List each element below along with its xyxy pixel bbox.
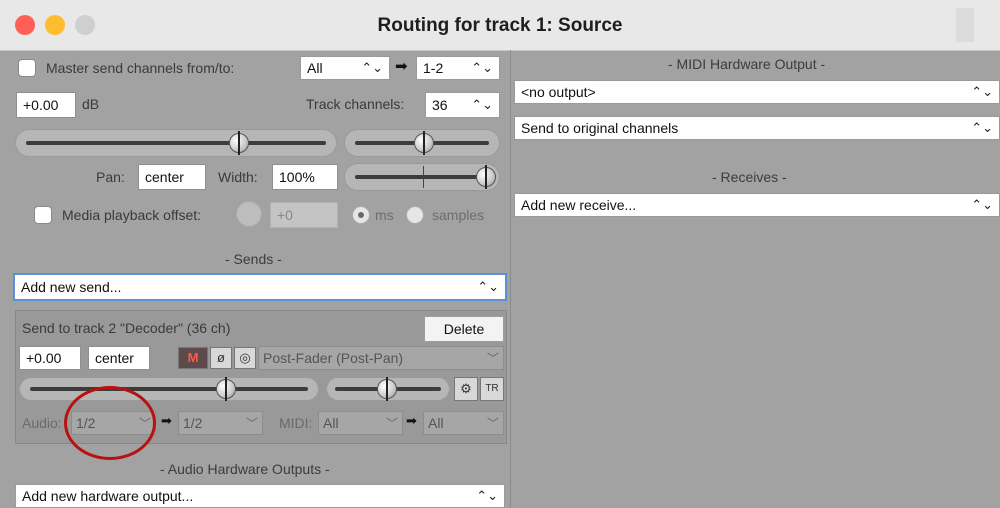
pan-field[interactable]: center [138, 164, 206, 190]
volume-slider-track [26, 141, 326, 145]
media-offset-label: Media playback offset: [62, 207, 202, 223]
midi-output-select[interactable]: <no output> ⌃⌄ [514, 80, 1000, 104]
width-label: Width: [218, 169, 258, 185]
mono-stereo-icon[interactable]: ◎ [234, 347, 256, 369]
send-midi-from-value: All [323, 415, 339, 431]
send-midi-to-select[interactable]: All ﹀ [423, 411, 504, 435]
arrow-right-icon: ➡ [161, 413, 172, 428]
send-volume-slider-knob[interactable] [216, 377, 236, 401]
send-envelope-icon[interactable]: TR [480, 377, 504, 401]
volume-value: +0.00 [23, 97, 59, 113]
delete-send-button[interactable]: Delete [424, 316, 504, 342]
highlight-annotation-circle [64, 386, 156, 460]
midi-channels-value: Send to original channels [521, 120, 679, 136]
send-volume-slider[interactable] [19, 377, 319, 401]
send-midi-from-select[interactable]: All ﹀ [318, 411, 403, 435]
width-field[interactable]: 100% [272, 164, 338, 190]
media-offset-checkbox[interactable] [34, 206, 52, 224]
track-channels-value: 36 [432, 97, 448, 113]
midi-hw-section-title: - MIDI Hardware Output - [668, 56, 826, 72]
routing-window: Routing for track 1: Source Master send … [0, 0, 1000, 508]
titlebar-scroll-stub [956, 8, 974, 42]
send-audio-to-select[interactable]: 1/2 ﹀ [178, 411, 263, 435]
send-midi-icon[interactable]: ⚙ [454, 377, 478, 401]
midi-output-value: <no output> [521, 84, 596, 100]
send-pan-slider-knob[interactable] [377, 377, 397, 401]
chevron-down-icon: ﹀ [385, 416, 398, 431]
pan-value: center [145, 169, 184, 185]
send-pan-value: center [95, 350, 134, 366]
volume-slider[interactable] [15, 129, 337, 157]
send-midi-to-value: All [428, 415, 444, 431]
receives-section-title: - Receives - [712, 169, 787, 185]
pan-slider[interactable] [344, 129, 500, 157]
master-to-value: 1-2 [423, 60, 444, 76]
width-slider-center-mark [423, 166, 424, 188]
send-volume-field[interactable]: +0.00 [19, 346, 81, 370]
width-slider-track [355, 175, 489, 179]
track-channels-label: Track channels: [306, 96, 405, 112]
sends-section-title: - Sends - [225, 251, 282, 267]
master-from-select[interactable]: All ⌃⌄ [300, 56, 390, 80]
phase-invert-icon[interactable]: ø [210, 347, 232, 369]
send-title: Send to track 2 "Decoder" (36 ch) [22, 320, 231, 336]
add-receive-label: Add new receive... [521, 197, 637, 213]
updown-chevron-icon: ⌃⌄ [971, 84, 993, 99]
pan-slider-knob[interactable] [414, 131, 434, 155]
pan-label: Pan: [96, 169, 125, 185]
send-mode-value: Post-Fader (Post-Pan) [263, 350, 404, 366]
chevron-down-icon: ﹀ [486, 351, 499, 366]
width-slider[interactable] [344, 163, 500, 191]
midi-channels-select[interactable]: Send to original channels ⌃⌄ [514, 116, 1000, 140]
updown-chevron-icon: ⌃⌄ [476, 488, 498, 503]
send-audio-to-value: 1/2 [183, 415, 203, 431]
master-from-value: All [307, 60, 323, 76]
send-mode-select[interactable]: Post-Fader (Post-Pan) ﹀ [258, 346, 504, 370]
add-receive-select[interactable]: Add new receive... ⌃⌄ [514, 193, 1000, 217]
width-slider-knob[interactable] [476, 165, 496, 189]
arrow-right-icon: ➡ [406, 413, 417, 428]
send-pan-field[interactable]: center [88, 346, 150, 370]
samples-label: samples [432, 207, 485, 223]
chevron-down-icon: ﹀ [245, 416, 258, 431]
send-audio-label: Audio: [22, 415, 62, 431]
updown-chevron-icon: ⌃⌄ [471, 60, 493, 75]
volume-slider-knob[interactable] [229, 131, 249, 155]
master-to-select[interactable]: 1-2 ⌃⌄ [416, 56, 500, 80]
send-pan-slider[interactable] [326, 377, 450, 401]
add-new-send-label: Add new send... [21, 279, 122, 295]
volume-field[interactable]: +0.00 [16, 92, 76, 118]
track-channels-select[interactable]: 36 ⌃⌄ [425, 92, 500, 118]
add-new-send-select[interactable]: Add new send... ⌃⌄ [13, 273, 507, 301]
media-offset-value: +0 [277, 207, 293, 223]
column-divider [510, 50, 511, 508]
send-volume-value: +0.00 [26, 350, 62, 366]
master-send-checkbox[interactable] [18, 59, 36, 77]
media-offset-field[interactable]: +0 [270, 202, 338, 228]
samples-radio[interactable] [406, 206, 424, 224]
title-bar: Routing for track 1: Source [0, 0, 1000, 51]
send-envelope-label: TR [485, 383, 499, 394]
add-hw-output-select[interactable]: Add new hardware output... ⌃⌄ [15, 484, 505, 508]
updown-chevron-icon: ⌃⌄ [471, 97, 493, 112]
width-value: 100% [279, 169, 315, 185]
add-hw-output-label: Add new hardware output... [22, 488, 194, 504]
media-offset-knob[interactable] [236, 201, 262, 227]
window-title: Routing for track 1: Source [377, 15, 623, 36]
updown-chevron-icon: ⌃⌄ [971, 197, 993, 212]
send-mute-button[interactable]: M [178, 347, 208, 369]
updown-chevron-icon: ⌃⌄ [971, 120, 993, 135]
audio-hw-section-title: - Audio Hardware Outputs - [160, 461, 330, 477]
send-volume-slider-track [30, 387, 308, 391]
chevron-down-icon: ﹀ [486, 416, 499, 431]
updown-chevron-icon: ⌃⌄ [477, 279, 499, 294]
send-midi-label: MIDI: [279, 415, 313, 431]
updown-chevron-icon: ⌃⌄ [361, 60, 383, 75]
master-send-label: Master send channels from/to: [46, 60, 235, 76]
ms-label: ms [375, 207, 394, 223]
volume-unit: dB [82, 96, 100, 112]
arrow-right-icon: ➡ [395, 58, 408, 75]
ms-radio[interactable] [352, 206, 370, 224]
